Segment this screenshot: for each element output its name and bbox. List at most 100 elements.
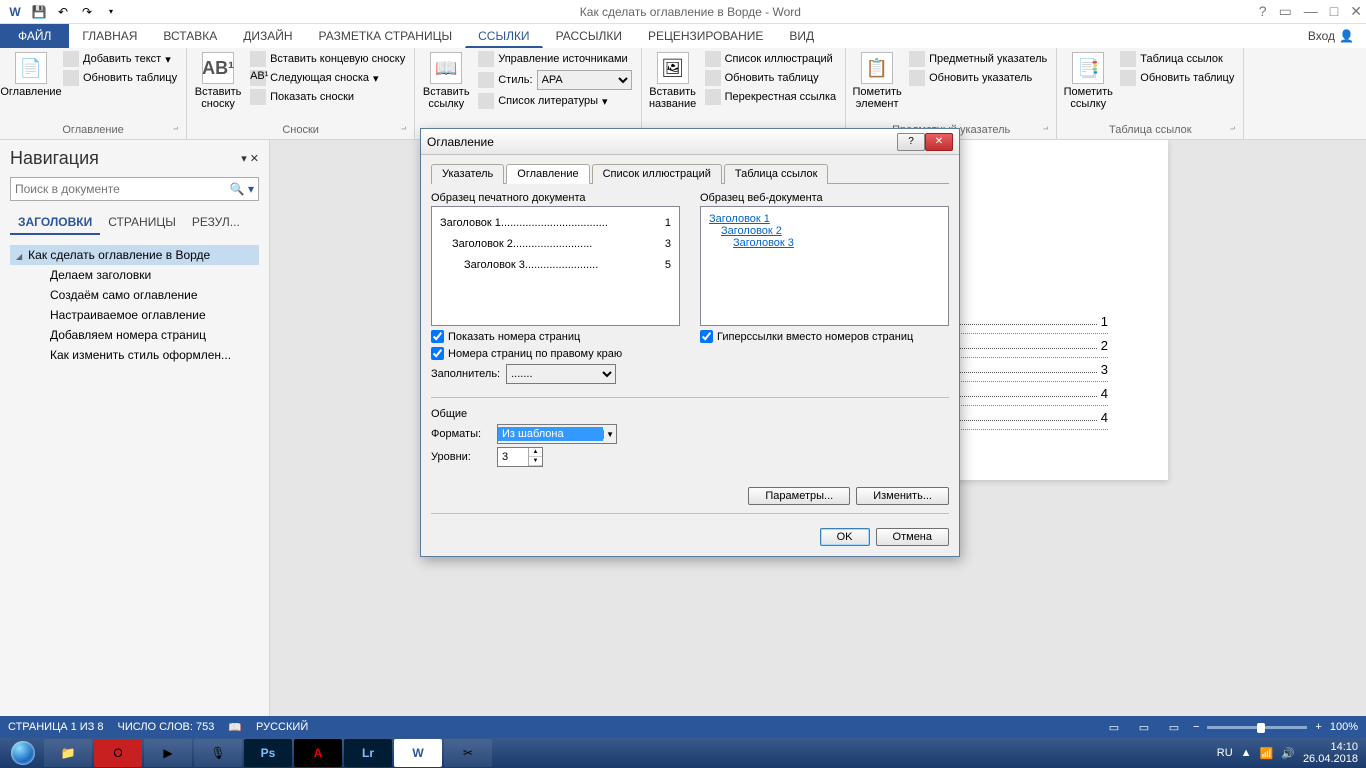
- spin-down-icon[interactable]: ▼: [529, 457, 542, 466]
- dlg-tab-authorities[interactable]: Таблица ссылок: [724, 164, 829, 184]
- start-button[interactable]: [4, 739, 42, 767]
- mark-citation-button[interactable]: 📑Пометить ссылку: [1063, 50, 1113, 112]
- tab-leader-select[interactable]: .......: [506, 364, 616, 384]
- view-web-icon[interactable]: ▭: [1163, 721, 1185, 734]
- maximize-icon[interactable]: □: [1330, 3, 1338, 20]
- tray-volume-icon[interactable]: 🔊: [1281, 747, 1295, 760]
- status-words[interactable]: ЧИСЛО СЛОВ: 753: [118, 721, 215, 733]
- dlg-tab-index[interactable]: Указатель: [431, 164, 504, 184]
- close-icon[interactable]: ✕: [1350, 3, 1362, 20]
- update-toa-button[interactable]: Обновить таблицу: [1117, 69, 1237, 87]
- word-icon[interactable]: W: [4, 1, 26, 23]
- update-index-button[interactable]: Обновить указатель: [906, 69, 1050, 87]
- tab-layout[interactable]: РАЗМЕТКА СТРАНИЦЫ: [306, 24, 466, 48]
- tray-clock[interactable]: 14:10 26.04.2018: [1303, 741, 1358, 765]
- dlg-tab-figures[interactable]: Список иллюстраций: [592, 164, 722, 184]
- spin-up-icon[interactable]: ▲: [529, 448, 542, 457]
- search-icon[interactable]: 🔍 ▾: [230, 182, 254, 196]
- nav-item[interactable]: Создаём само оглавление: [10, 285, 259, 305]
- ok-button[interactable]: OK: [820, 528, 870, 546]
- dialog-help-icon[interactable]: ?: [897, 133, 925, 151]
- table-of-figures-button[interactable]: Список иллюстраций: [702, 50, 840, 68]
- tab-mailings[interactable]: РАССЫЛКИ: [543, 24, 635, 48]
- levels-spinner[interactable]: ▲▼: [497, 447, 543, 467]
- proofing-icon[interactable]: 📖: [228, 721, 242, 734]
- nav-menu-icon[interactable]: ▾ ✕: [241, 152, 259, 165]
- taskbar-acrobat[interactable]: A: [294, 739, 342, 767]
- nav-tab-pages[interactable]: СТРАНИЦЫ: [100, 211, 184, 235]
- zoom-out-icon[interactable]: −: [1193, 721, 1199, 733]
- nav-search-box[interactable]: 🔍 ▾: [10, 177, 259, 201]
- add-text-button[interactable]: Добавить текст ▾: [60, 50, 180, 68]
- tab-view[interactable]: ВИД: [776, 24, 827, 48]
- redo-icon[interactable]: ↷: [76, 1, 98, 23]
- nav-item[interactable]: Делаем заголовки: [10, 265, 259, 285]
- manage-sources-button[interactable]: Управление источниками: [475, 50, 634, 68]
- citation-style-select[interactable]: APA: [537, 70, 632, 90]
- cross-reference-button[interactable]: Перекрестная ссылка: [702, 88, 840, 106]
- view-read-icon[interactable]: ▭: [1103, 721, 1125, 734]
- taskbar-explorer[interactable]: 📁: [44, 739, 92, 767]
- toc-button[interactable]: 📄Оглавление: [6, 50, 56, 100]
- tab-review[interactable]: РЕЦЕНЗИРОВАНИЕ: [635, 24, 776, 48]
- update-toc-button[interactable]: Обновить таблицу: [60, 69, 180, 87]
- status-page[interactable]: СТРАНИЦА 1 ИЗ 8: [8, 721, 104, 733]
- tab-design[interactable]: ДИЗАЙН: [230, 24, 305, 48]
- minimize-icon[interactable]: —: [1304, 3, 1318, 20]
- signin-link[interactable]: Вход👤: [1296, 24, 1366, 48]
- nav-item[interactable]: Настраиваемое оглавление: [10, 305, 259, 325]
- formats-select[interactable]: Из шаблона▼: [497, 424, 617, 444]
- taskbar-lightroom[interactable]: Lr: [344, 739, 392, 767]
- undo-icon[interactable]: ↶: [52, 1, 74, 23]
- taskbar-media[interactable]: ▶: [144, 739, 192, 767]
- bibliography-button[interactable]: Список литературы ▾: [475, 92, 634, 110]
- qat-customize-icon[interactable]: ▾: [100, 1, 122, 23]
- zoom-level[interactable]: 100%: [1330, 721, 1358, 733]
- dlg-tab-toc[interactable]: Оглавление: [506, 164, 589, 184]
- modify-button[interactable]: Изменить...: [856, 487, 949, 505]
- tray-flag-icon[interactable]: ▲: [1241, 747, 1252, 759]
- nav-item[interactable]: Как изменить стиль оформлен...: [10, 345, 259, 365]
- nav-search-input[interactable]: [15, 182, 230, 196]
- insert-endnote-button[interactable]: Вставить концевую сноску: [247, 50, 408, 68]
- update-figures-button[interactable]: Обновить таблицу: [702, 69, 840, 87]
- nav-item[interactable]: Добавляем номера страниц: [10, 325, 259, 345]
- tab-home[interactable]: ГЛАВНАЯ: [69, 24, 150, 48]
- tray-lang[interactable]: RU: [1217, 747, 1233, 759]
- chk-show-pages[interactable]: [431, 330, 444, 343]
- insert-toa-button[interactable]: Таблица ссылок: [1117, 50, 1237, 68]
- params-button[interactable]: Параметры...: [748, 487, 850, 505]
- taskbar-photoshop[interactable]: Ps: [244, 739, 292, 767]
- mark-entry-button[interactable]: 📋Пометить элемент: [852, 50, 902, 112]
- chk-right-align[interactable]: [431, 347, 444, 360]
- levels-input[interactable]: [498, 448, 528, 466]
- help-icon[interactable]: ?: [1259, 3, 1267, 20]
- tab-insert[interactable]: ВСТАВКА: [150, 24, 230, 48]
- file-tab[interactable]: ФАЙЛ: [0, 24, 69, 48]
- nav-tab-results[interactable]: РЕЗУЛ...: [184, 211, 248, 235]
- chk-hyperlinks[interactable]: [700, 330, 713, 343]
- ribbon-options-icon[interactable]: ▭: [1279, 3, 1292, 20]
- dialog-close-icon[interactable]: ✕: [925, 133, 953, 151]
- tab-references[interactable]: ССЫЛКИ: [465, 24, 542, 48]
- next-footnote-button[interactable]: AB¹Следующая сноска ▾: [247, 69, 408, 87]
- zoom-slider[interactable]: [1207, 726, 1307, 729]
- insert-index-button[interactable]: Предметный указатель: [906, 50, 1050, 68]
- status-language[interactable]: РУССКИЙ: [256, 721, 308, 733]
- view-print-icon[interactable]: ▭: [1133, 721, 1155, 734]
- dialog-title: Оглавление: [427, 135, 897, 149]
- zoom-in-icon[interactable]: +: [1315, 721, 1321, 733]
- taskbar-app[interactable]: 🎙: [194, 739, 242, 767]
- nav-tab-headings[interactable]: ЗАГОЛОВКИ: [10, 211, 100, 235]
- nav-item-root[interactable]: Как сделать оглавление в Ворде: [10, 245, 259, 265]
- taskbar-word[interactable]: W: [394, 739, 442, 767]
- insert-footnote-button[interactable]: AB¹Вставить сноску: [193, 50, 243, 112]
- taskbar-snip[interactable]: ✂: [444, 739, 492, 767]
- tray-network-icon[interactable]: 📶: [1260, 747, 1274, 760]
- insert-citation-button[interactable]: 📖Вставить ссылку: [421, 50, 471, 112]
- cancel-button[interactable]: Отмена: [876, 528, 949, 546]
- show-notes-button[interactable]: Показать сноски: [247, 88, 408, 106]
- save-icon[interactable]: 💾: [28, 1, 50, 23]
- taskbar-opera[interactable]: O: [94, 739, 142, 767]
- insert-caption-button[interactable]: 🖼Вставить название: [648, 50, 698, 112]
